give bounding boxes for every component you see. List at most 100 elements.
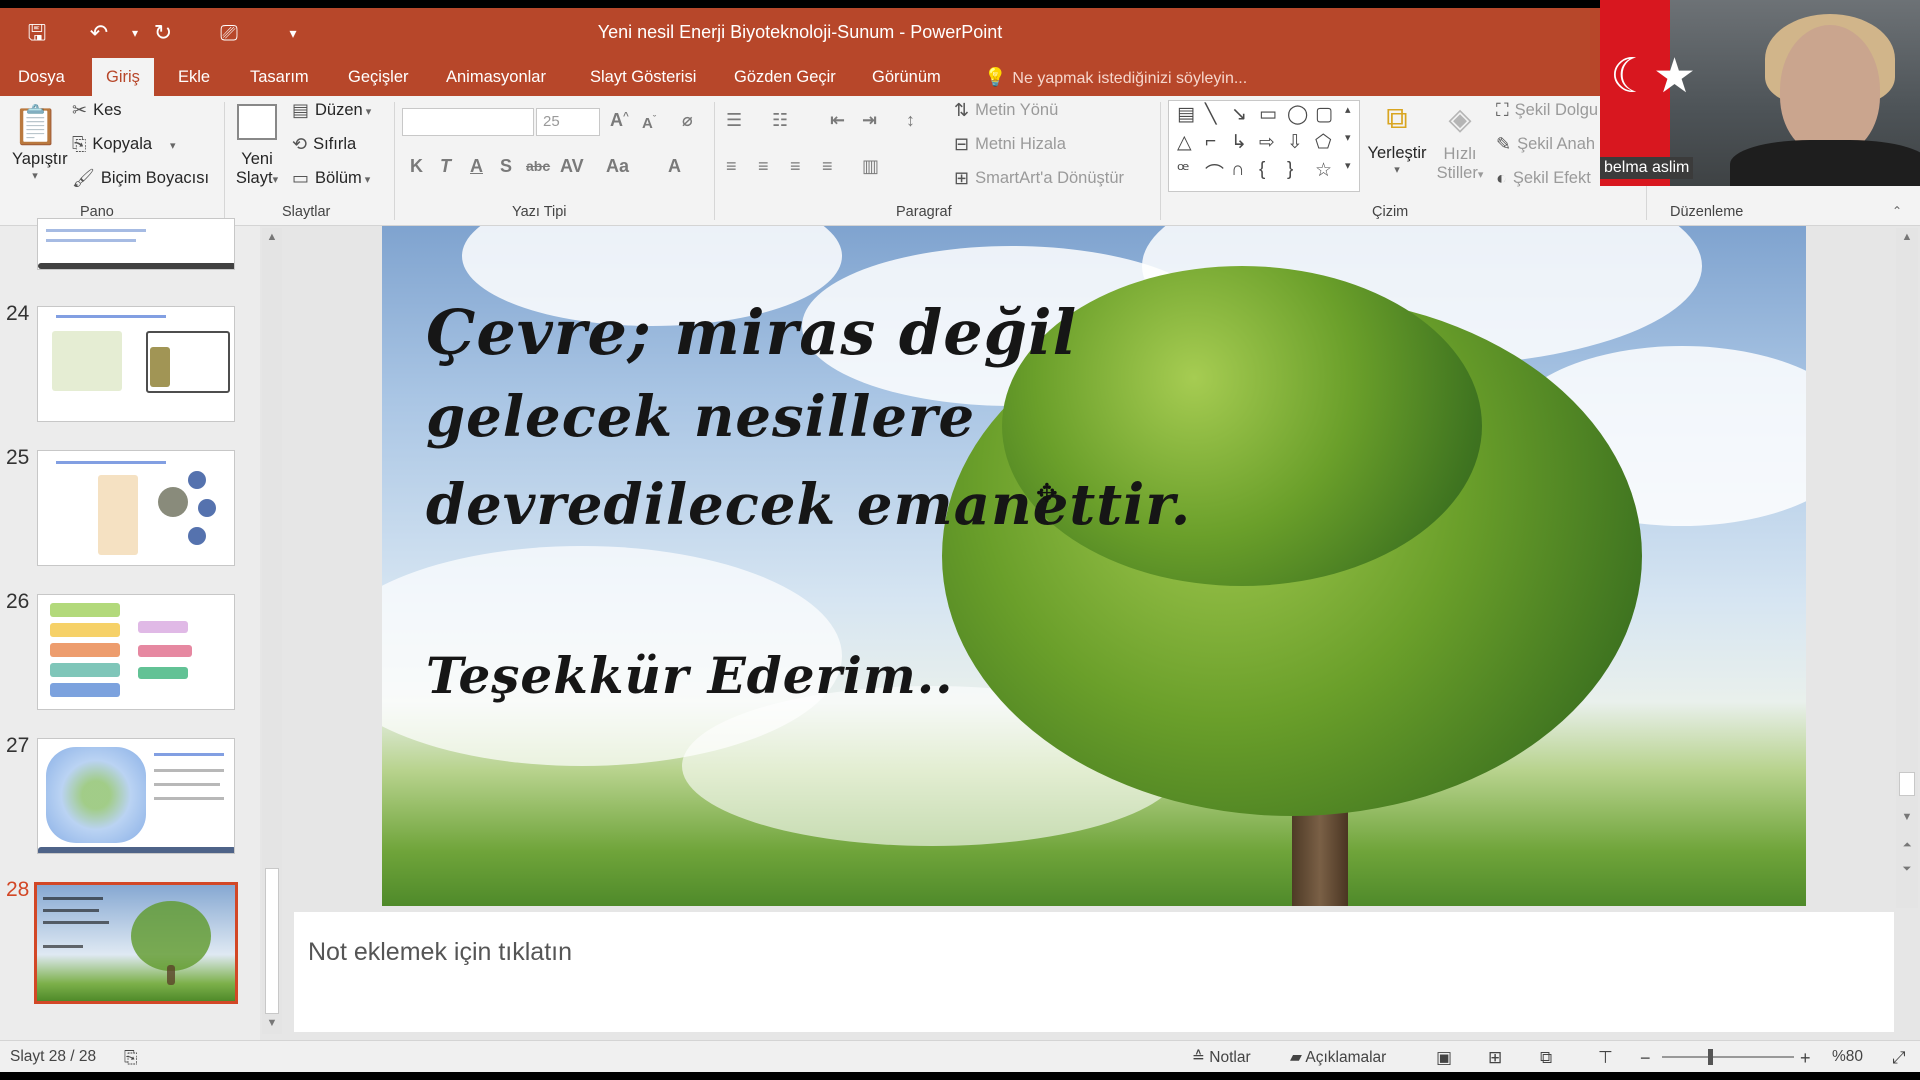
down-arrow-shape-icon[interactable]: ⇩ (1287, 131, 1303, 154)
align-text-button[interactable]: ⊟ Metni Hizala (954, 134, 1066, 155)
scroll-thumb[interactable] (1899, 772, 1915, 796)
reset-button[interactable]: ⟲ Sıfırla (292, 134, 356, 155)
clear-formatting-icon[interactable]: ⌀ (682, 110, 693, 131)
gallery-up-icon[interactable]: ▴ (1345, 103, 1351, 116)
slideshow-view-icon[interactable]: ⊤ (1598, 1048, 1613, 1068)
columns-icon[interactable]: ▥ (862, 156, 879, 177)
shape-outline-button[interactable]: ✎ Şekil Anah (1496, 134, 1595, 155)
pentagon-shape-icon[interactable]: ⬠ (1315, 131, 1332, 154)
scroll-up-icon[interactable]: ▲ (1898, 228, 1916, 246)
decrease-indent-icon[interactable]: ⇤ (830, 110, 845, 131)
slide-scrollbar[interactable]: ▲ ▼ ⏶ ⏷ (1896, 228, 1918, 908)
format-painter-button[interactable]: 🖌 Biçim Boyacısı (72, 168, 209, 189)
shape-fill-button[interactable]: ⛶ Şekil Dolgu (1496, 100, 1598, 121)
shadow-icon[interactable]: S (500, 156, 512, 177)
bold-icon[interactable]: K (410, 156, 423, 177)
tab-slayt-gosterisi[interactable]: Slayt Gösterisi (576, 58, 710, 96)
increase-indent-icon[interactable]: ⇥ (862, 110, 877, 131)
fit-to-window-icon[interactable]: ⤢ (1892, 1048, 1906, 1068)
quick-styles-button[interactable]: ◈ Hızlı Stiller▾ (1434, 102, 1486, 183)
italic-icon[interactable]: T (440, 156, 451, 177)
normal-view-icon[interactable]: ▣ (1436, 1048, 1452, 1068)
slide-thumbnail-28[interactable] (34, 882, 238, 1004)
elbow-connector-icon[interactable]: ⌐ (1205, 131, 1216, 153)
shape-effects-button[interactable]: ◐ Şekil Efekt (1496, 168, 1591, 189)
triangle-shape-icon[interactable]: △ (1177, 131, 1192, 154)
right-brace-icon[interactable]: } (1287, 159, 1293, 181)
copy-button[interactable]: ⎘ Kopyala ▾ (72, 134, 176, 155)
star-shape-icon[interactable]: ☆ (1315, 159, 1332, 182)
freeform-shape-icon[interactable]: ꟹ (1177, 159, 1189, 182)
arc-shape-icon[interactable]: ∩ (1231, 159, 1245, 181)
elbow-arrow-icon[interactable]: ↳ (1231, 131, 1247, 154)
tab-animasyonlar[interactable]: Animasyonlar (432, 58, 560, 96)
gallery-more-icon[interactable]: ▾ (1345, 159, 1351, 172)
arrow-line-shape-icon[interactable]: ↘ (1231, 103, 1247, 126)
grow-font-icon[interactable]: A^ (610, 110, 629, 131)
character-spacing-icon[interactable]: AV (560, 156, 584, 177)
right-arrow-shape-icon[interactable]: ⇨ (1259, 131, 1275, 154)
cut-button[interactable]: ✂ Kes (72, 100, 122, 121)
slide-thumbnail-26[interactable] (37, 594, 235, 710)
font-size-combo[interactable]: 25 (536, 108, 600, 136)
zoom-slider-thumb[interactable] (1708, 1049, 1713, 1065)
strikethrough-icon[interactable]: abc (526, 158, 550, 174)
shrink-font-icon[interactable]: Aˇ (642, 114, 656, 132)
spellcheck-icon[interactable]: ⎘ (124, 1048, 138, 1068)
section-button[interactable]: ▭ Bölüm ▾ (292, 168, 370, 189)
curve-shape-icon[interactable]: ⌒ (1205, 159, 1224, 186)
smartart-button[interactable]: ⊞ SmartArt'a Dönüştür (954, 168, 1124, 189)
scroll-down-icon[interactable]: ▼ (263, 1014, 281, 1032)
zoom-out-icon[interactable]: − (1640, 1048, 1651, 1069)
align-right-icon[interactable]: ≡ (790, 156, 801, 177)
tab-giris[interactable]: Giriş (92, 58, 154, 96)
scroll-down-icon[interactable]: ▼ (1898, 808, 1916, 826)
line-shape-icon[interactable]: ╲ (1205, 103, 1216, 126)
bullets-icon[interactable]: ☰ (726, 110, 742, 131)
slide-thumbnail-24[interactable] (37, 306, 235, 422)
slide-thumbnail-23[interactable] (37, 218, 235, 270)
change-case-icon[interactable]: Aa (606, 156, 629, 177)
thumbnail-scrollbar[interactable]: ▲ ▼ (262, 228, 282, 1034)
justify-icon[interactable]: ≡ (822, 156, 833, 177)
text-direction-button[interactable]: ⇅ Metin Yönü (954, 100, 1058, 121)
previous-slide-icon[interactable]: ⏶ (1898, 836, 1916, 854)
tab-tasarim[interactable]: Tasarım (236, 58, 323, 96)
scroll-up-icon[interactable]: ▲ (263, 228, 281, 246)
font-name-combo[interactable] (402, 108, 534, 136)
collapse-ribbon-icon[interactable]: ⌃ (1892, 204, 1902, 218)
reading-view-icon[interactable]: ⧉ (1540, 1048, 1552, 1068)
line-spacing-icon[interactable]: ↕ (906, 110, 915, 131)
tab-gecisler[interactable]: Geçişler (334, 58, 423, 96)
slide-thumbnail-25[interactable] (37, 450, 235, 566)
oval-shape-icon[interactable]: ◯ (1287, 103, 1308, 126)
layout-button[interactable]: ▤ Düzen ▾ (292, 100, 371, 121)
comments-toggle[interactable]: ▰ Açıklamalar (1290, 1048, 1386, 1067)
textbox-shape-icon[interactable]: ▤ (1177, 103, 1195, 126)
rounded-rect-shape-icon[interactable]: ▢ (1315, 103, 1333, 126)
font-color-icon[interactable]: A (668, 156, 681, 177)
tab-gozden-gecir[interactable]: Gözden Geçir (720, 58, 850, 96)
current-slide-canvas[interactable]: Çevre; miras değil gelecek nesillere dev… (382, 226, 1806, 906)
paste-button[interactable]: 📋 Yapıştır ▾ (12, 104, 68, 182)
tell-me-box[interactable]: 💡 Ne yapmak istediğinizi söyleyin... (984, 58, 1247, 96)
zoom-slider-track[interactable] (1662, 1056, 1794, 1058)
new-slide-button[interactable]: Yeni Slayt▾ (234, 104, 280, 188)
zoom-in-icon[interactable]: + (1800, 1048, 1811, 1069)
numbering-icon[interactable]: ☷ (772, 110, 788, 131)
rectangle-shape-icon[interactable]: ▭ (1259, 103, 1277, 126)
notes-toggle[interactable]: ≙ Notlar (1192, 1048, 1251, 1067)
arrange-button[interactable]: ⧉ Yerleştir ▾ (1366, 102, 1428, 176)
tab-dosya[interactable]: Dosya (4, 58, 79, 96)
slide-thumbnail-27[interactable] (37, 738, 235, 854)
slide-sorter-icon[interactable]: ⊞ (1488, 1048, 1502, 1068)
align-center-icon[interactable]: ≡ (758, 156, 769, 177)
gallery-down-icon[interactable]: ▾ (1345, 131, 1351, 144)
zoom-level[interactable]: %80 (1832, 1048, 1863, 1066)
notes-pane[interactable]: Not eklemek için tıklatın (294, 912, 1894, 1032)
left-brace-icon[interactable]: { (1259, 159, 1265, 181)
underline-icon[interactable]: A (470, 156, 483, 177)
tab-ekle[interactable]: Ekle (164, 58, 224, 96)
next-slide-icon[interactable]: ⏷ (1898, 860, 1916, 878)
scroll-thumb[interactable] (265, 868, 279, 1014)
